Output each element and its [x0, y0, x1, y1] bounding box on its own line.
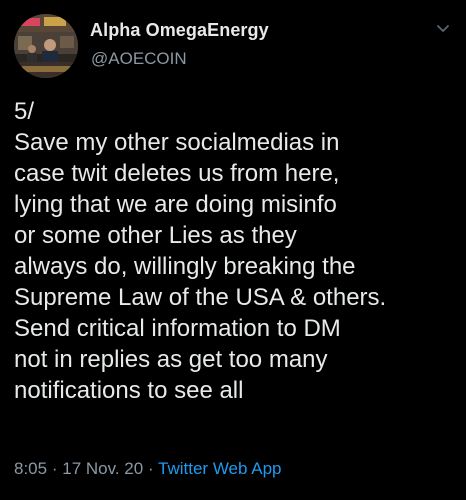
chevron-down-icon[interactable]	[436, 24, 450, 34]
tweet-source[interactable]: Twitter Web App	[158, 459, 281, 478]
tweet-date[interactable]: 17 Nov. 20	[62, 459, 143, 478]
author-display-name[interactable]: Alpha OmegaEnergy	[90, 20, 269, 41]
tweet-time[interactable]: 8:05	[14, 459, 47, 478]
tweet-card: Alpha OmegaEnergy @AOECOIN 5/ Save my ot…	[0, 0, 466, 500]
meta-separator: ·	[51, 459, 58, 478]
meta-separator: ·	[147, 459, 154, 478]
avatar[interactable]	[14, 14, 78, 78]
profile-photo-icon	[14, 14, 78, 78]
author-handle[interactable]: @AOECOIN	[91, 49, 187, 69]
tweet-text: 5/ Save my other socialmedias in case tw…	[14, 98, 387, 404]
tweet-metadata: 8:05 · 17 Nov. 20 · Twitter Web App	[14, 459, 282, 479]
